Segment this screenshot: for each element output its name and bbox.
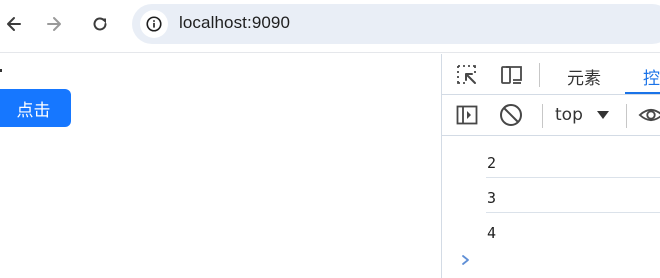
text-fragment [0, 69, 2, 72]
site-info-button[interactable] [140, 10, 168, 38]
back-button[interactable] [0, 10, 28, 38]
eye-icon [638, 108, 660, 122]
devtools-tab-bar: 元素 控 [442, 54, 660, 95]
browser-toolbar: localhost:9090 [0, 0, 660, 53]
page-viewport: 点击 [0, 54, 441, 278]
caret-down-icon [596, 111, 609, 119]
console-message-text: 3 [487, 189, 497, 207]
context-selector[interactable]: top [555, 105, 609, 125]
forward-button[interactable] [40, 10, 68, 38]
console-prompt-icon[interactable] [460, 254, 472, 266]
address-bar[interactable]: localhost:9090 [132, 4, 660, 44]
sidebar-icon [456, 105, 478, 125]
clear-icon [500, 104, 522, 126]
site-info-icon [146, 16, 162, 32]
arrow-left-icon [7, 17, 21, 31]
context-label: top [555, 105, 583, 125]
divider [626, 104, 627, 128]
reload-icon [93, 17, 107, 31]
console-message: 4 [486, 213, 660, 248]
divider [542, 104, 543, 128]
url-text[interactable]: localhost:9090 [179, 13, 290, 33]
show-sidebar-button[interactable] [454, 102, 480, 128]
inspect-element-button[interactable] [454, 62, 480, 88]
arrow-right-icon [47, 17, 61, 31]
reload-button[interactable] [86, 10, 114, 38]
console-message-text: 4 [487, 224, 497, 242]
console-message: 2 [486, 143, 660, 178]
device-icon [501, 66, 522, 84]
devtools-panel: 元素 控 top 2 3 4 [441, 54, 660, 278]
console-message: 3 [486, 178, 660, 213]
inspect-icon [457, 65, 476, 84]
device-toolbar-button[interactable] [499, 62, 525, 88]
active-tab-indicator [625, 92, 660, 94]
divider [539, 63, 540, 87]
tab-console[interactable]: 控 [643, 64, 660, 89]
clear-console-button[interactable] [498, 102, 524, 128]
tab-elements[interactable]: 元素 [567, 64, 601, 89]
console-message-text: 2 [487, 154, 497, 172]
live-expression-button[interactable] [638, 102, 660, 128]
console-toolbar: top [442, 95, 660, 136]
click-button[interactable]: 点击 [0, 89, 71, 127]
